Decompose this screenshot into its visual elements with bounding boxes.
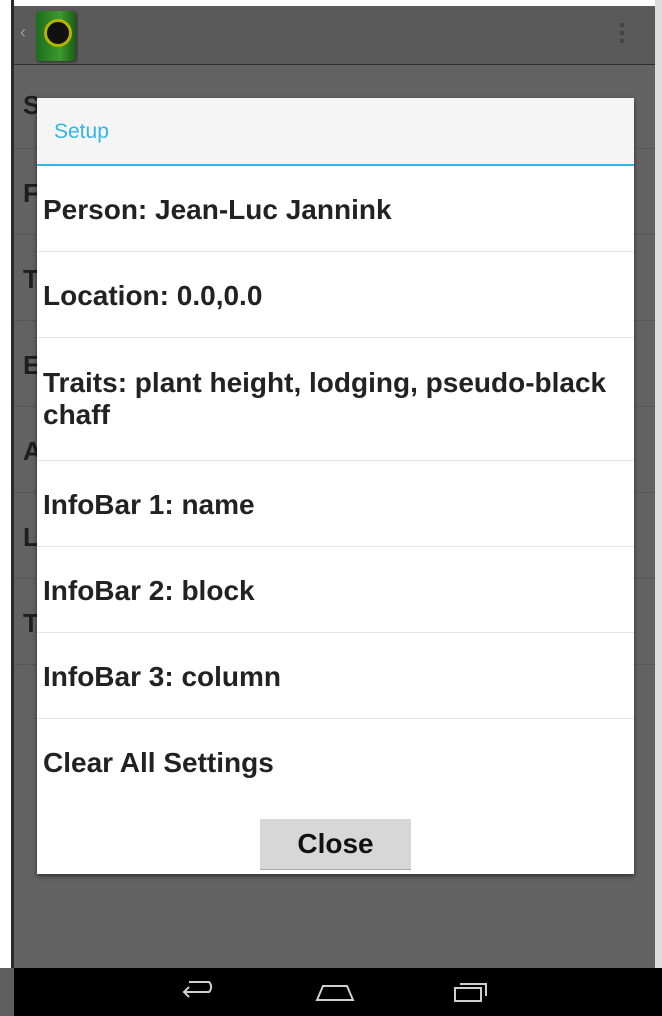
setup-item-infobar-3[interactable]: InfoBar 3: column	[37, 633, 634, 719]
setup-item-label: Clear All Settings	[43, 747, 274, 778]
setup-item-label: InfoBar 2: block	[43, 575, 255, 606]
setup-item-label: InfoBar 1: name	[43, 489, 255, 520]
setup-item-label: Person: Jean-Luc Jannink	[43, 194, 392, 225]
setup-item-location[interactable]: Location: 0.0,0.0	[37, 252, 634, 338]
system-navigation-bar	[14, 968, 662, 1016]
back-icon[interactable]	[179, 980, 219, 1004]
setup-item-person[interactable]: Person: Jean-Luc Jannink	[37, 166, 634, 252]
left-window-edge	[0, 0, 11, 968]
up-chevron-icon[interactable]: ‹	[20, 22, 26, 43]
dialog-title: Setup	[54, 120, 109, 143]
setup-item-traits[interactable]: Traits: plant height, lodging, pseudo-bl…	[37, 338, 634, 461]
dialog-title-bar: Setup	[37, 98, 634, 166]
home-icon[interactable]	[315, 980, 355, 1004]
setup-item-label: Location: 0.0,0.0	[43, 280, 263, 311]
setup-item-label: InfoBar 3: column	[43, 661, 282, 692]
dialog-button-row: Close	[37, 819, 634, 870]
setup-item-infobar-1[interactable]: InfoBar 1: name	[37, 461, 634, 547]
app-icon[interactable]	[36, 11, 76, 61]
right-window-edge	[655, 0, 662, 968]
recents-icon[interactable]	[451, 980, 491, 1004]
setup-item-label: Traits: plant height, lodging, pseudo-bl…	[43, 367, 607, 430]
setup-dialog: Setup Person: Jean-Luc Jannink Location:…	[37, 98, 634, 874]
close-button[interactable]: Close	[260, 819, 411, 870]
setup-item-infobar-2[interactable]: InfoBar 2: block	[37, 547, 634, 633]
action-bar: ‹	[14, 6, 655, 65]
setup-item-clear-all[interactable]: Clear All Settings	[37, 719, 634, 803]
overflow-menu-icon[interactable]	[620, 23, 625, 47]
